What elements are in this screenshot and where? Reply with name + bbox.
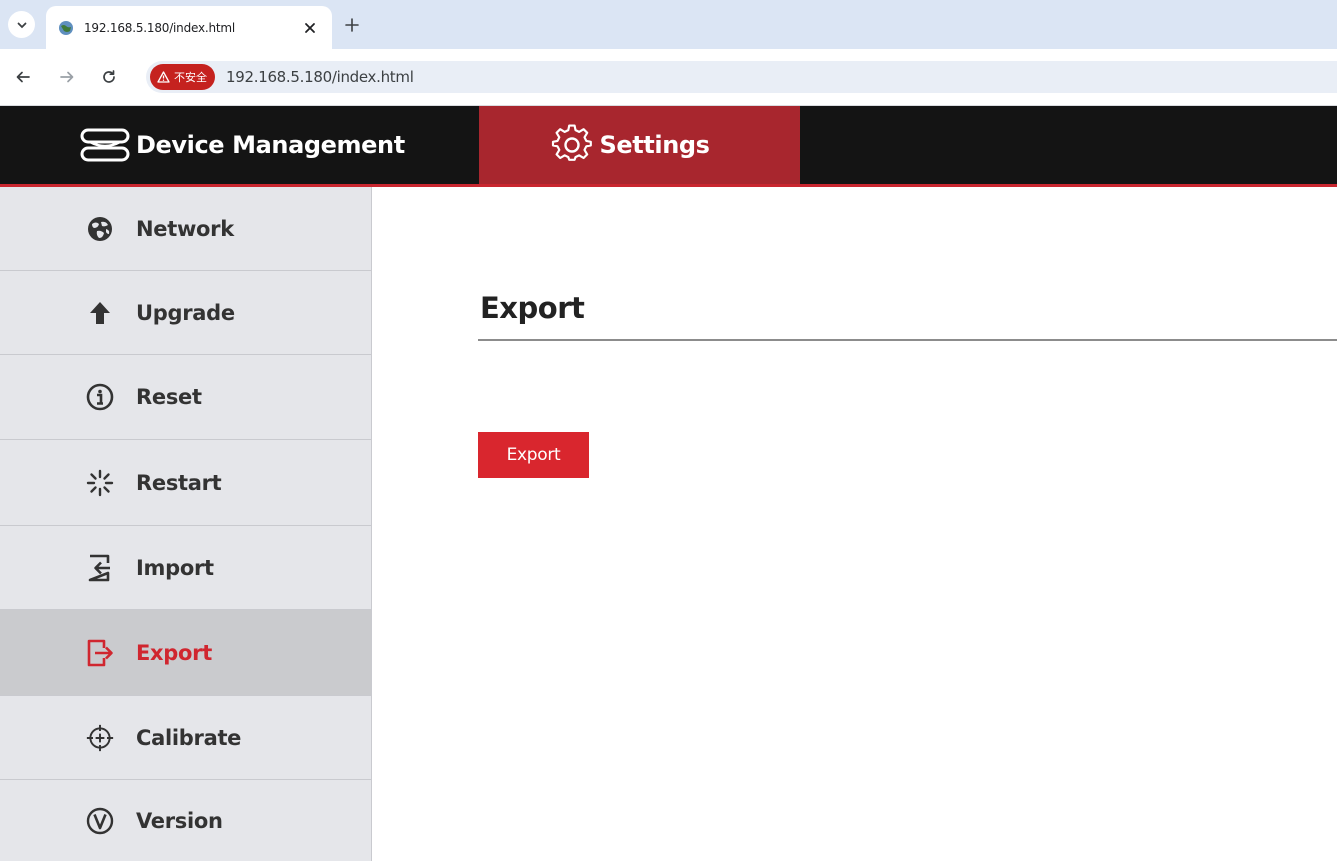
sidebar-item-label: Reset <box>136 385 202 409</box>
info-circle-icon <box>86 383 114 411</box>
export-icon <box>86 639 114 667</box>
version-circle-icon <box>86 807 114 835</box>
arrow-right-icon <box>60 71 74 83</box>
reload-button[interactable] <box>98 66 120 88</box>
settings-tab-label: Settings <box>599 131 710 159</box>
sidebar-item-export[interactable]: Export <box>0 610 371 696</box>
title-divider <box>478 339 1337 341</box>
sidebar-item-label: Restart <box>136 470 222 495</box>
app-header: Device Management Settings <box>0 106 1337 187</box>
browser-tab[interactable]: 192.168.5.180/index.html <box>46 6 332 49</box>
address-bar[interactable]: 不安全 192.168.5.180/index.html <box>146 61 1337 93</box>
new-tab-button[interactable] <box>342 15 362 35</box>
sidebar-item-import[interactable]: Import <box>0 526 371 610</box>
sidebar-item-network[interactable]: Network <box>0 187 371 271</box>
settings-tab[interactable]: Settings <box>479 106 800 184</box>
warning-triangle-icon <box>157 71 170 83</box>
sidebar-item-label: Version <box>136 808 223 833</box>
sidebar-item-version[interactable]: Version <box>0 780 371 861</box>
sidebar-item-calibrate[interactable]: Calibrate <box>0 696 371 780</box>
sidebar-item-label: Upgrade <box>136 300 235 325</box>
gear-icon <box>551 124 593 166</box>
sidebar-item-label: Export <box>136 640 212 665</box>
url-text: 192.168.5.180/index.html <box>226 68 414 86</box>
sidebar: Network Upgrade Reset Restart Import Exp… <box>0 187 372 861</box>
security-chip[interactable]: 不安全 <box>150 64 215 90</box>
import-icon <box>86 554 114 582</box>
sidebar-item-upgrade[interactable]: Upgrade <box>0 271 371 355</box>
sidebar-item-label: Calibrate <box>136 725 242 750</box>
tab-title: 192.168.5.180/index.html <box>84 20 236 35</box>
browser-tabstrip: 192.168.5.180/index.html <box>0 0 1337 49</box>
server-icon <box>80 126 130 164</box>
browser-toolbar: 不安全 192.168.5.180/index.html <box>0 49 1337 106</box>
crosshair-icon <box>86 724 114 752</box>
sidebar-item-label: Import <box>136 555 214 580</box>
main-content: Export Export <box>372 187 1337 861</box>
security-chip-label: 不安全 <box>174 71 207 84</box>
arrow-up-icon <box>86 299 114 327</box>
arrow-left-icon <box>16 71 30 83</box>
brand-tab[interactable]: Device Management <box>80 106 405 184</box>
close-tab-icon[interactable] <box>300 18 320 38</box>
reload-icon <box>103 70 115 83</box>
tab-search-button[interactable] <box>8 11 35 38</box>
sidebar-item-reset[interactable]: Reset <box>0 355 371 440</box>
sidebar-item-restart[interactable]: Restart <box>0 440 371 526</box>
forward-button[interactable] <box>56 66 78 88</box>
plus-icon <box>345 18 359 32</box>
spinner-icon <box>86 469 114 497</box>
export-button[interactable]: Export <box>478 432 589 478</box>
globe-icon <box>86 215 114 243</box>
chevron-down-icon <box>17 22 26 28</box>
page-title: Export <box>480 291 585 325</box>
back-button[interactable] <box>12 66 34 88</box>
globe-favicon-icon <box>58 20 74 36</box>
sidebar-item-label: Network <box>136 216 234 241</box>
brand-label: Device Management <box>136 131 405 159</box>
